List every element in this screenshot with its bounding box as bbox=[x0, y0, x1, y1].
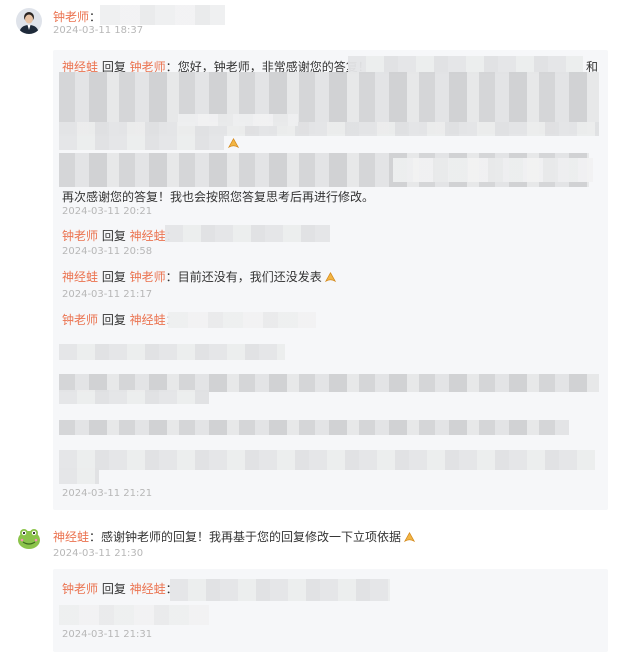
post2-author[interactable]: 神经蛙 bbox=[53, 530, 89, 544]
post1-timestamp: 2024-03-11 18:37 bbox=[53, 25, 144, 36]
reply-item: 钟老师 回复 神经蛙： bbox=[62, 311, 178, 328]
pray-hands-emoji-icon bbox=[225, 136, 240, 150]
redacted-block bbox=[165, 225, 330, 242]
reply-item: 钟老师 回复 神经蛙： bbox=[62, 227, 178, 244]
redacted-block bbox=[59, 468, 99, 484]
pray-hands-emoji-icon bbox=[324, 272, 336, 283]
reply-text: 目前还没有，我们还没发表 bbox=[177, 270, 322, 284]
post1-redacted-text bbox=[100, 5, 225, 25]
reply-to-user[interactable]: 神经蛙 bbox=[130, 313, 166, 327]
reply-verb: 回复 bbox=[98, 229, 130, 243]
redacted-block bbox=[170, 579, 390, 601]
post1-reply-box: 神经蛙 回复 钟老师：您好，钟老师，非常感谢您的答复！ 和 再次感谢您的答复！我… bbox=[53, 50, 608, 510]
redacted-block bbox=[393, 158, 593, 182]
reply-timestamp: 2024-03-11 20:21 bbox=[62, 206, 153, 217]
post1-author[interactable]: 钟老师 bbox=[53, 10, 89, 24]
reply-to-user[interactable]: 神经蛙 bbox=[130, 229, 166, 243]
teacher-avatar[interactable] bbox=[16, 8, 42, 34]
reply-text-continued: 再次感谢您的答复！我也会按照您答复思考后再进行修改。 bbox=[62, 190, 375, 204]
post2-text: 感谢钟老师的回复！我再基于您的回复修改一下立项依据 bbox=[101, 530, 402, 544]
reply-from-user[interactable]: 钟老师 bbox=[62, 229, 98, 243]
reply-from-user[interactable]: 钟老师 bbox=[62, 313, 98, 327]
post1-author-line: 钟老师： bbox=[53, 8, 101, 25]
reply-to-user[interactable]: 钟老师 bbox=[130, 270, 166, 284]
frog-avatar-icon bbox=[16, 525, 42, 551]
post2-timestamp: 2024-03-11 21:30 bbox=[53, 548, 144, 559]
reply-item: 神经蛙 回复 钟老师：目前还没有，我们还没发表 bbox=[62, 268, 337, 285]
reply-verb: 回复 bbox=[98, 582, 130, 596]
reply-from-user[interactable]: 钟老师 bbox=[62, 582, 98, 596]
reply-timestamp: 2024-03-11 20:58 bbox=[62, 246, 153, 257]
reply-timestamp: 2024-03-11 21:17 bbox=[62, 289, 153, 300]
reply-colon: ： bbox=[165, 270, 178, 284]
reply-timestamp: 2024-03-11 21:31 bbox=[62, 629, 153, 640]
redacted-block bbox=[178, 114, 298, 126]
redacted-block bbox=[59, 390, 209, 404]
post2-colon: ： bbox=[89, 530, 102, 544]
redacted-block bbox=[59, 605, 209, 625]
redacted-block bbox=[59, 344, 285, 360]
redacted-block bbox=[59, 420, 569, 435]
reply-to-user[interactable]: 神经蛙 bbox=[130, 582, 166, 596]
reply-timestamp: 2024-03-11 21:21 bbox=[62, 488, 153, 499]
pray-hands-emoji-icon bbox=[403, 532, 416, 543]
reply-verb: 回复 bbox=[98, 313, 130, 327]
redacted-block bbox=[59, 134, 224, 150]
redacted-block bbox=[168, 312, 316, 328]
frog-avatar[interactable] bbox=[16, 525, 42, 551]
post2-reply-box: 钟老师 回复 神经蛙： 2024-03-11 21:31 bbox=[53, 569, 608, 652]
post2-line: 神经蛙：感谢钟老师的回复！我再基于您的回复修改一下立项依据 bbox=[53, 528, 416, 545]
reply-verb: 回复 bbox=[98, 270, 130, 284]
teacher-avatar-icon bbox=[16, 8, 42, 34]
redacted-block bbox=[59, 450, 595, 470]
reply-item: 钟老师 回复 神经蛙： bbox=[62, 580, 178, 597]
reply-from-user[interactable]: 神经蛙 bbox=[62, 270, 98, 284]
